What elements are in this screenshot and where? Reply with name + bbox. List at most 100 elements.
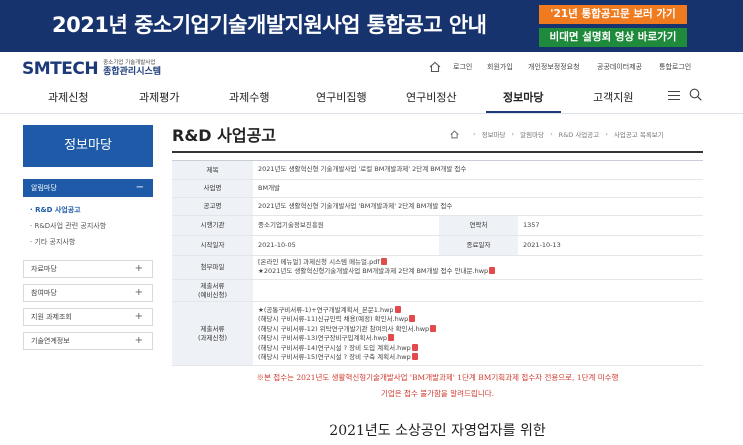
menu-icon[interactable] bbox=[668, 91, 680, 100]
attachment-link[interactable]: [온라인 메뉴얼] 과제신청 시스템 메뉴얼.pdf bbox=[258, 258, 380, 266]
lnb-group-notice[interactable]: 알림마당 − bbox=[23, 179, 153, 197]
page-title: R&D 사업공고 bbox=[172, 126, 277, 145]
row-label-attach: 첨부파일 bbox=[172, 256, 253, 279]
attachment-link[interactable]: (해당시 구비서류-13)연구장비구입계획서.hwp bbox=[258, 334, 387, 342]
hwp-file-icon bbox=[430, 324, 437, 332]
notice-link-button[interactable]: '21년 통합공고문 보러 가기 bbox=[539, 5, 687, 24]
public-data-link[interactable]: 공공데이터제공 bbox=[597, 62, 642, 72]
row-value-title: 2021년도 생활혁신형 기술개발사업 '로컬 BM개발과제' 2단계 BM개발… bbox=[258, 165, 467, 174]
attachment-link[interactable]: (해당시 구비서류-12) 위탁연구개발기관 참여의사 확인서.hwp bbox=[258, 325, 429, 333]
privacy-request-link[interactable]: 개인정보정정요청 bbox=[528, 62, 580, 72]
expand-icon: + bbox=[134, 335, 143, 346]
row-label-req-pre: 제출서류 (예비신청) bbox=[172, 280, 253, 301]
breadcrumb-item[interactable]: 알림마당 bbox=[520, 129, 544, 139]
table-row: 사업명 BM개발 bbox=[172, 180, 703, 198]
lnb-group-tech-info[interactable]: 기술연계정보 + bbox=[23, 332, 153, 350]
breadcrumb-separator: › bbox=[511, 130, 515, 138]
hwp-file-icon bbox=[411, 343, 418, 351]
table-row: 제목 2021년도 생활혁신형 기술개발사업 '로컬 BM개발과제' 2단계 B… bbox=[172, 161, 703, 180]
attachment-link[interactable]: (해당시 구비서류-15)연구시설 ? 장비 구축 계획서.hwp bbox=[258, 353, 411, 361]
gnb-info[interactable]: 정보마당 bbox=[503, 89, 543, 105]
site-logo[interactable]: SMTECH 중소기업 기술개발사업 종합관리시스템 bbox=[22, 59, 161, 79]
row-label-title: 제목 bbox=[172, 161, 253, 179]
row-value-contact: 1357 bbox=[523, 220, 540, 229]
hwp-file-icon bbox=[411, 353, 418, 361]
attachment-link[interactable]: ★2021년도 생활혁신형기술개발사업 BM개발과제 2단계 BM개발 접수 안… bbox=[258, 267, 488, 275]
attachment-link[interactable]: (해당시 구비서류-11)신규인력 채용(예정) 확인서.hwp bbox=[258, 315, 408, 323]
lnb-group-label: 기술연계정보 bbox=[31, 337, 70, 345]
row-value-biz: BM개발 bbox=[258, 183, 281, 192]
row-value-notice: 2021년도 생활혁신형 기술개발사업 'BM개발과제' 2단계 BM개발 접수 bbox=[258, 201, 453, 210]
row-value-start: 2021-10-05 bbox=[258, 240, 296, 249]
breadcrumb-separator: › bbox=[605, 130, 608, 138]
breadcrumb: › 정보마당 › 알림마당 › R&D 사업공고 › 사업공고 목록보기 bbox=[450, 129, 664, 139]
signup-link[interactable]: 회원가입 bbox=[487, 62, 513, 72]
logo-sub: 중소기업 기술개발사업 종합관리시스템 bbox=[103, 61, 161, 77]
table-row: 제출서류 (과제신청) ★(공통구비서류-1)+연구개발계획서_본문1.hwp … bbox=[172, 302, 703, 366]
gnb-task-perform[interactable]: 과제수행 bbox=[229, 89, 269, 105]
hwp-file-icon bbox=[409, 315, 416, 323]
top-banner: 2021년 중소기업기술개발지원사업 통합공고 안내 '21년 통합공고문 보러… bbox=[0, 0, 743, 52]
notice-line: 기업은 접수 불가함을 알려드립니다. bbox=[380, 389, 495, 398]
row-label-biz: 사업명 bbox=[172, 180, 253, 197]
home-icon[interactable] bbox=[429, 61, 441, 73]
row-value-req-pre bbox=[253, 280, 258, 301]
breadcrumb-home-icon[interactable] bbox=[450, 130, 459, 139]
title-divider bbox=[172, 151, 703, 153]
integrated-login-link[interactable]: 통합로그인 bbox=[659, 62, 691, 72]
row-value-attach: [온라인 메뉴얼] 과제신청 시스템 메뉴얼.pdf ★2021년도 생활혁신형… bbox=[253, 256, 496, 279]
lnb-group-label: 지원 과제조회 bbox=[31, 313, 72, 321]
lnb-group-participate[interactable]: 참여마당 + bbox=[23, 284, 153, 302]
lnb-sub-rd-announce[interactable]: · R&D사업 관련 공지사항 bbox=[30, 221, 106, 231]
lnb-sub-rd-notice[interactable]: · R&D 사업공고 bbox=[30, 205, 81, 215]
lnb-group-label: 자료마당 bbox=[31, 265, 57, 273]
lnb-title: 정보마당 bbox=[23, 125, 153, 167]
attachment-link[interactable]: (해당시 구비서류-14)연구시설 ? 장비 도입 계획서.hwp bbox=[258, 344, 411, 352]
body-heading: 2021년도 소상공인 자영업자를 위한 bbox=[329, 423, 546, 439]
gnb-task-apply[interactable]: 과제신청 bbox=[48, 89, 88, 105]
hwp-file-icon bbox=[394, 306, 401, 313]
row-label-start: 시작일자 bbox=[172, 236, 253, 255]
notice-text: ※본 접수는 2021년도 생활혁신형기술개발사업 'BM개발과제' 1단계 B… bbox=[172, 370, 703, 402]
hwp-file-icon bbox=[489, 267, 496, 275]
lnb-group-task-search[interactable]: 지원 과제조회 + bbox=[23, 308, 153, 326]
lnb-sub-etc-announce[interactable]: · 기타 공지사항 bbox=[30, 237, 75, 247]
lnb-group-data[interactable]: 자료마당 + bbox=[23, 260, 153, 278]
logo-main-text: SMTECH bbox=[22, 59, 99, 79]
breadcrumb-item[interactable]: 정보마당 bbox=[482, 129, 506, 139]
breadcrumb-item[interactable]: 사업공고 목록보기 bbox=[614, 129, 664, 139]
breadcrumb-separator: › bbox=[473, 130, 476, 138]
attachment-link[interactable]: ★(공통구비서류-1)+연구개발계획서_본문1.hwp bbox=[258, 306, 394, 314]
row-label-notice: 공고명 bbox=[172, 198, 253, 215]
video-link-button[interactable]: 비대면 설명회 영상 바로가기 bbox=[539, 28, 687, 47]
row-label-req-main: 제출서류 (과제신청) bbox=[172, 302, 253, 365]
pdf-file-icon bbox=[380, 258, 387, 265]
notice-detail-table: 제목 2021년도 생활혁신형 기술개발사업 '로컬 BM개발과제' 2단계 B… bbox=[172, 160, 703, 366]
row-label-contact: 연락처 bbox=[439, 216, 518, 235]
logo-sub-large: 종합관리시스템 bbox=[103, 66, 162, 77]
logo-sub-small: 중소기업 기술개발사업 bbox=[103, 60, 156, 67]
table-row: 첨부파일 [온라인 메뉴얼] 과제신청 시스템 메뉴얼.pdf ★2021년도 … bbox=[172, 256, 703, 280]
gnb-fund-exec[interactable]: 연구비집행 bbox=[316, 89, 367, 105]
expand-icon: + bbox=[134, 311, 143, 322]
search-icon[interactable] bbox=[689, 88, 702, 101]
breadcrumb-item[interactable]: R&D 사업공고 bbox=[559, 129, 600, 139]
login-link[interactable]: 로그인 bbox=[453, 62, 472, 72]
notice-line: ※본 접수는 2021년도 생활혁신형기술개발사업 'BM개발과제' 1단계 B… bbox=[256, 373, 619, 382]
expand-icon: + bbox=[134, 287, 143, 298]
row-label-end: 종료일자 bbox=[439, 236, 518, 255]
collapse-icon: − bbox=[135, 182, 144, 193]
row-value-agency: 중소기업기술정보진흥원 bbox=[258, 220, 324, 229]
banner-title: 2021년 중소기업기술개발지원사업 통합공고 안내 bbox=[52, 13, 487, 37]
lnb-group-label: 알림마당 bbox=[31, 184, 57, 192]
table-row: 시작일자 2021-10-05 종료일자 2021-10-13 bbox=[172, 236, 703, 256]
gnb-fund-settle[interactable]: 연구비정산 bbox=[406, 89, 457, 105]
table-row: 공고명 2021년도 생활혁신형 기술개발사업 'BM개발과제' 2단계 BM개… bbox=[172, 198, 703, 216]
gnb-task-eval[interactable]: 과제평가 bbox=[139, 89, 179, 105]
gnb-support[interactable]: 고객지원 bbox=[593, 89, 633, 105]
table-row: 시행기관 중소기업기술정보진흥원 연락처 1357 bbox=[172, 216, 703, 236]
expand-icon: + bbox=[134, 263, 143, 274]
row-value-req-main: ★(공통구비서류-1)+연구개발계획서_본문1.hwp (해당시 구비서류-11… bbox=[253, 302, 437, 365]
breadcrumb-separator: › bbox=[550, 130, 553, 138]
hwp-file-icon bbox=[388, 334, 395, 342]
